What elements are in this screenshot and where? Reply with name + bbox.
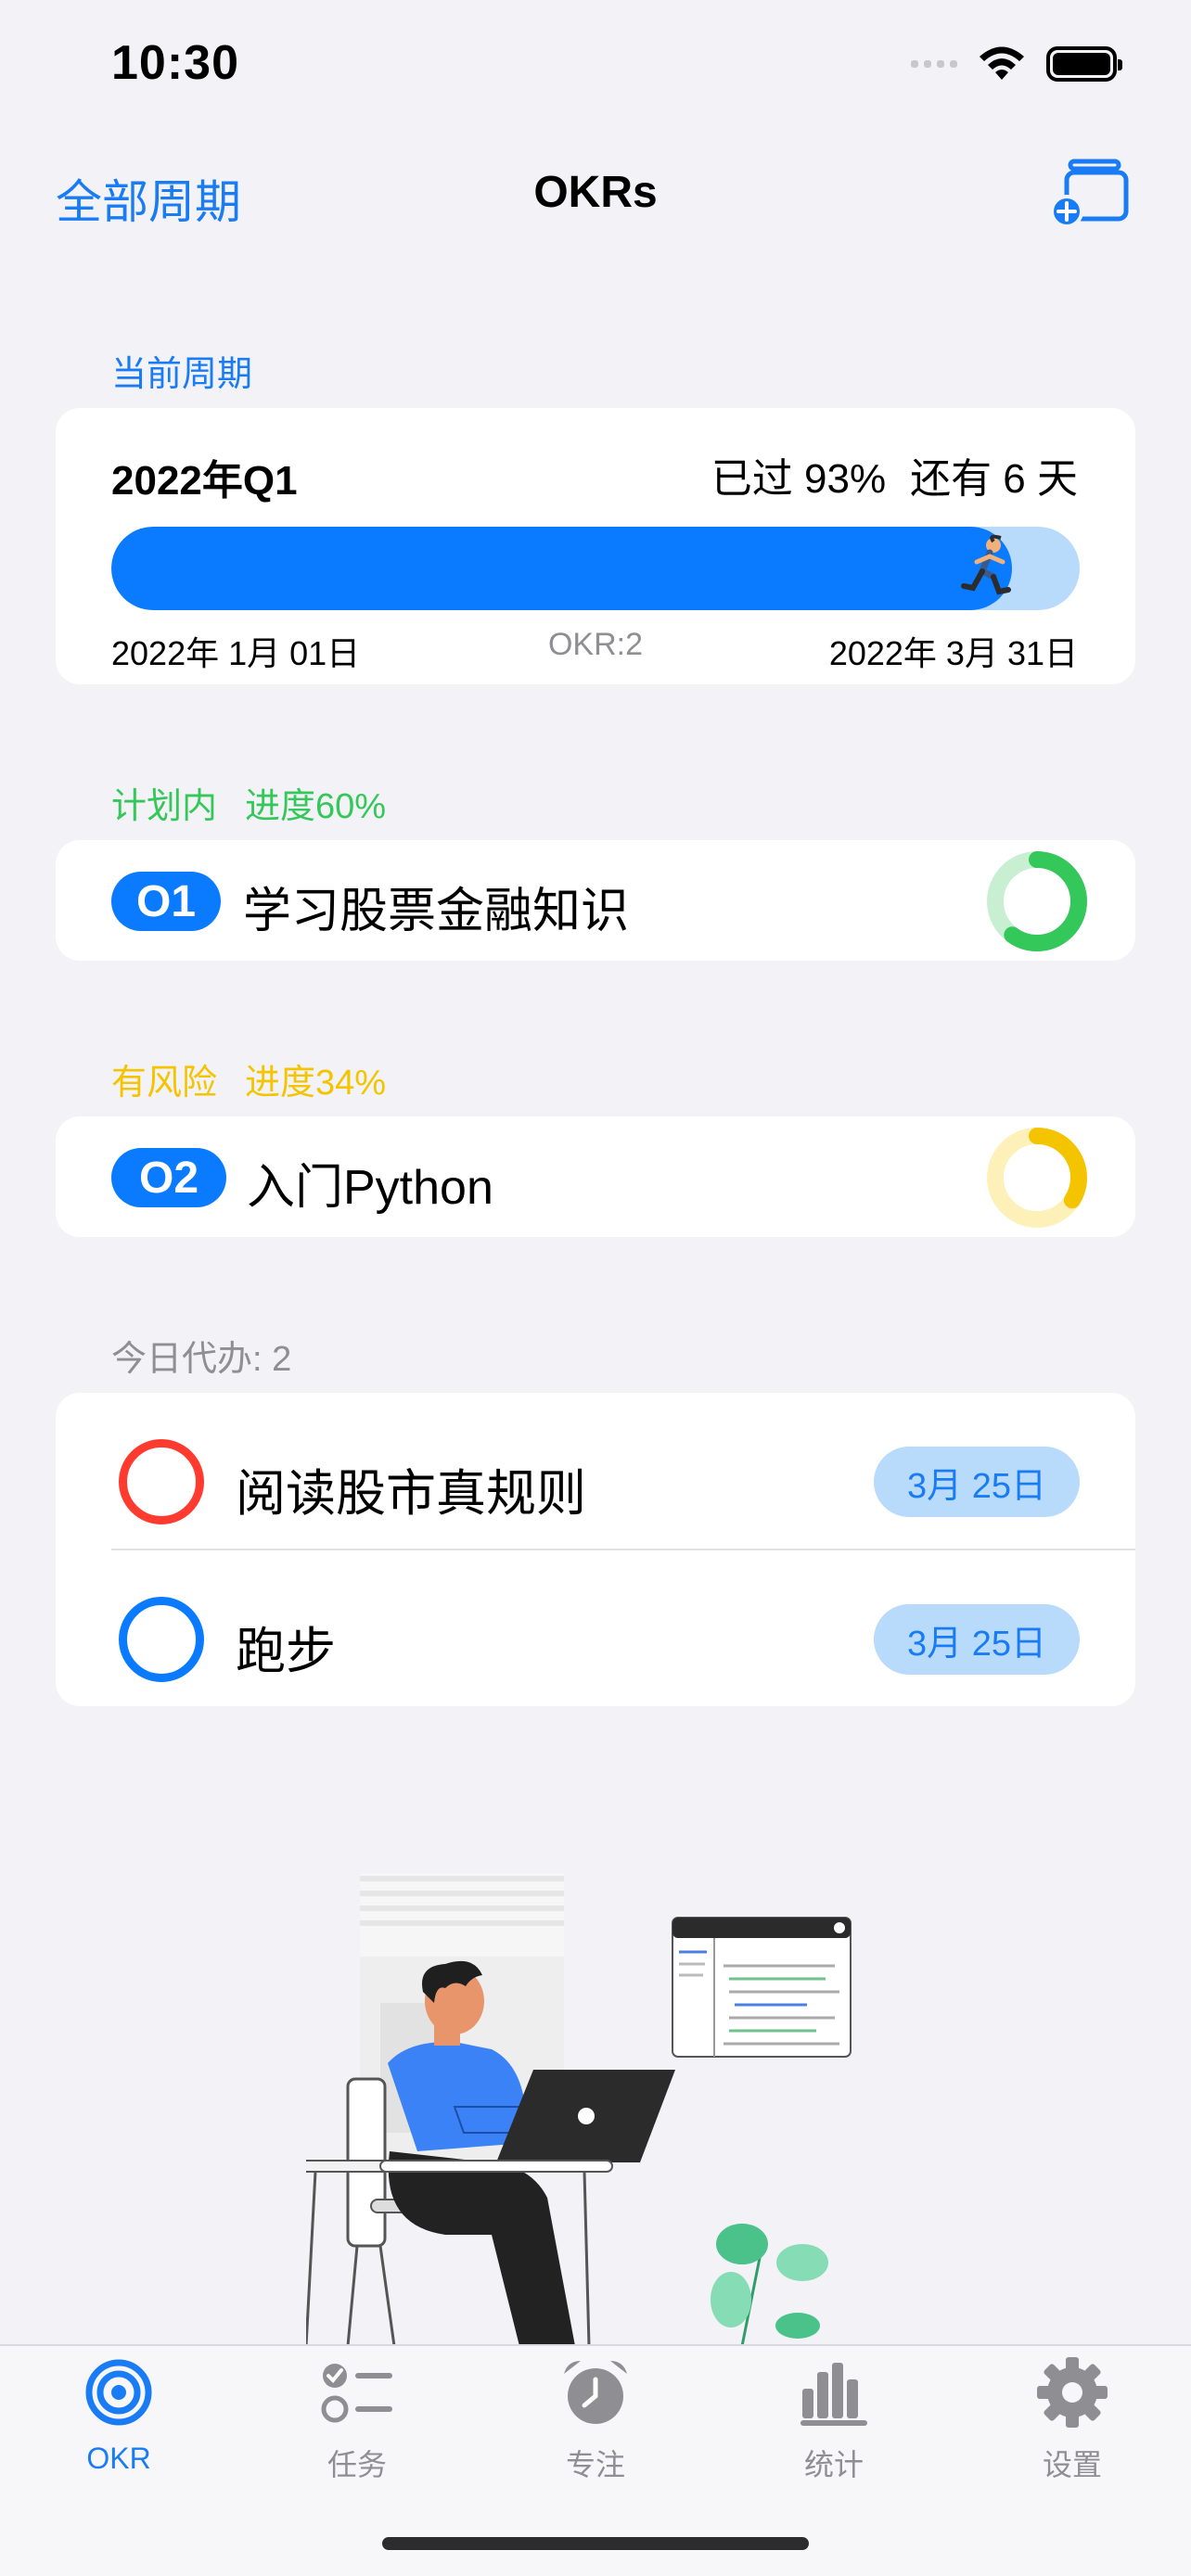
- period-progress-bar: [111, 527, 1080, 610]
- tab-label: 设置: [1042, 2448, 1102, 2481]
- tab-tasks[interactable]: 任务: [274, 2355, 441, 2484]
- task-checkbox[interactable]: [119, 1439, 204, 1524]
- tab-label: 统计: [803, 2448, 864, 2481]
- tab-focus[interactable]: 专注: [512, 2355, 679, 2484]
- objective-title: 入门Python: [247, 1161, 493, 1215]
- status-icons: [911, 46, 1122, 82]
- objective-title: 学习股票金融知识: [243, 885, 630, 938]
- period-elapsed: 已过 93%: [711, 456, 887, 502]
- person-laptop-illustration: [306, 1873, 852, 2346]
- wifi-icon: [980, 46, 1024, 80]
- page-title: OKRs: [533, 168, 658, 217]
- period-end-date: 2022年 3月 31日: [828, 634, 1078, 672]
- tab-label: OKR: [86, 2442, 151, 2475]
- objective-progress-ring: [987, 1128, 1087, 1228]
- task-checkbox[interactable]: [119, 1597, 204, 1682]
- battery-icon: [1046, 46, 1122, 82]
- task-title[interactable]: 跑步: [236, 1610, 336, 1683]
- task-date-pill[interactable]: 3月 25日: [874, 1604, 1080, 1675]
- gear-icon: [1037, 2357, 1108, 2428]
- period-remaining: 还有 6 天: [910, 456, 1078, 502]
- period-name: 2022年Q1: [111, 458, 298, 504]
- home-indicator: [382, 2537, 809, 2550]
- period-progress-fill: [111, 527, 1012, 610]
- tab-label: 专注: [565, 2448, 625, 2481]
- cellular-signal-icon: [911, 60, 957, 68]
- objective-status-label: 计划内 进度60%: [111, 787, 387, 826]
- tab-stats[interactable]: 统计: [750, 2355, 917, 2484]
- task-title[interactable]: 阅读股市真规则: [236, 1452, 586, 1525]
- period-stats: 已过 93% 还有 6 天: [711, 445, 1078, 504]
- alarm-clock-icon: [564, 2361, 627, 2424]
- bar-chart-icon: [800, 2363, 867, 2426]
- objective-progress-ring: [987, 851, 1087, 951]
- objective-badge: O1: [111, 872, 221, 931]
- objective-badge: O2: [111, 1148, 226, 1207]
- current-period-label: 当前周期: [111, 355, 253, 394]
- tab-label: 任务: [327, 2448, 387, 2481]
- runner-icon: [953, 534, 1019, 601]
- tab-settings[interactable]: 设置: [989, 2355, 1156, 2484]
- status-time: 10:30: [111, 36, 239, 90]
- checklist-icon: [321, 2364, 392, 2423]
- divider: [111, 1549, 1135, 1550]
- tab-okr[interactable]: OKR: [35, 2355, 202, 2476]
- add-period-icon[interactable]: [1048, 152, 1132, 226]
- task-date-pill[interactable]: 3月 25日: [874, 1447, 1080, 1517]
- objective-status-label: 有风险 进度34%: [111, 1064, 387, 1103]
- todo-section-label: 今日代办: 2: [111, 1340, 292, 1379]
- target-icon: [85, 2359, 152, 2426]
